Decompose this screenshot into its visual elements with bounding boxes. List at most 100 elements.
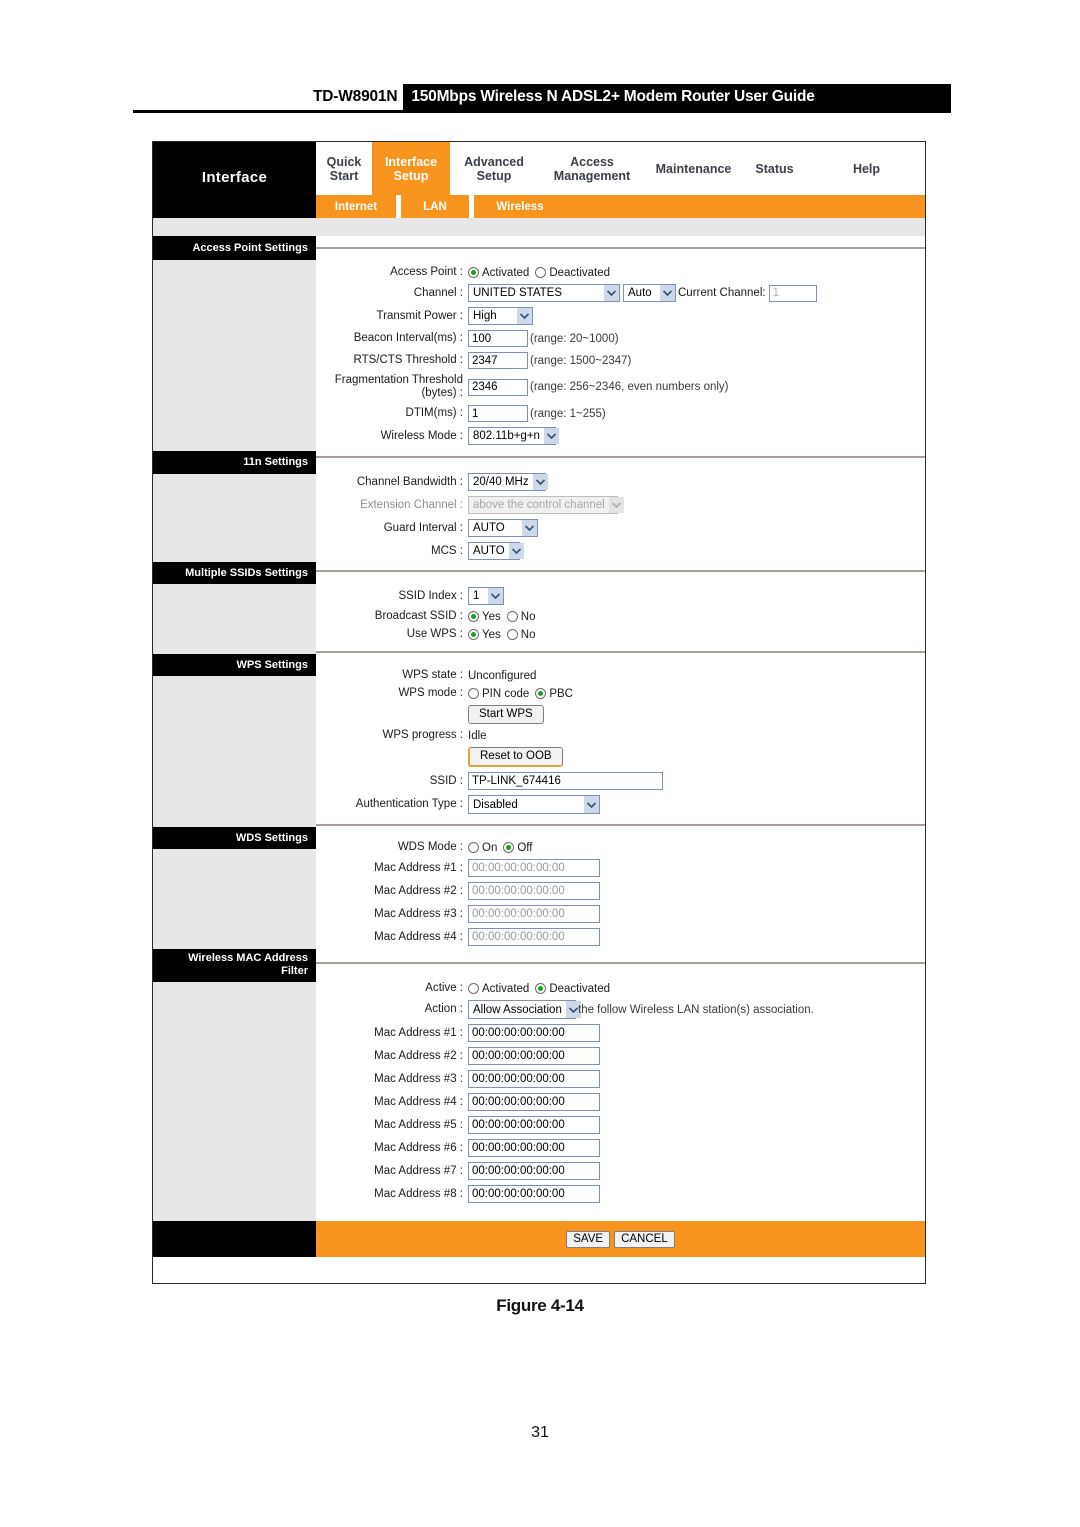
- section-heading-mac-filter: Wireless MAC Address Filter: [153, 949, 316, 982]
- radio-mac-filter-deactivated[interactable]: Deactivated: [535, 983, 610, 995]
- radio-dot-icon: [468, 842, 479, 853]
- select-guard-interval[interactable]: AUTO: [468, 519, 538, 537]
- row-authentication-type: Authentication Type : Disabled: [316, 795, 925, 814]
- chevron-down-icon: [604, 285, 619, 301]
- fragmentation-threshold-input[interactable]: [468, 378, 528, 396]
- row-filter-mac-5: Mac Address #5 :: [316, 1116, 925, 1134]
- frag-label-line2: (bytes) :: [421, 387, 463, 399]
- radio-wds-mode-off[interactable]: Off: [503, 842, 532, 854]
- select-value: 802.11b+g+n: [473, 430, 540, 442]
- subtab-wireless[interactable]: Wireless: [474, 195, 566, 218]
- filter-mac-input-7[interactable]: [468, 1162, 600, 1180]
- access-point-rule-wrap: [316, 236, 925, 260]
- reset-to-oob-button[interactable]: Reset to OOB: [468, 747, 563, 767]
- tab-access-management[interactable]: Access Management: [538, 142, 646, 195]
- filter-mac-input-6[interactable]: [468, 1139, 600, 1157]
- wds-mac-input-4[interactable]: [468, 928, 600, 946]
- row-guard-interval: Guard Interval : AUTO: [316, 519, 925, 537]
- row-use-wps: Use WPS : Yes No: [316, 628, 925, 641]
- wds-mac-input-3[interactable]: [468, 905, 600, 923]
- save-button[interactable]: SAVE: [566, 1230, 611, 1248]
- row-filter-mac-2: Mac Address #2 :: [316, 1047, 925, 1065]
- label-wps-mode: WPS mode :: [398, 687, 463, 699]
- current-channel-input[interactable]: [768, 284, 817, 302]
- label-ssid: SSID :: [429, 774, 463, 787]
- radio-wps-mode-pin[interactable]: PIN code: [468, 688, 529, 700]
- select-channel-mode[interactable]: Auto: [623, 284, 676, 302]
- label-dtim: DTIM(ms) :: [405, 407, 463, 419]
- start-wps-button[interactable]: Start WPS: [468, 705, 544, 724]
- select-value: Auto: [628, 287, 652, 299]
- radio-use-wps-yes[interactable]: Yes: [468, 629, 501, 641]
- filter-mac-input-3[interactable]: [468, 1070, 600, 1088]
- radio-use-wps-no[interactable]: No: [506, 629, 535, 641]
- wds-mac-input-2[interactable]: [468, 882, 600, 900]
- sidebar-fill: [153, 584, 316, 654]
- row-reset-oob: Reset to OOB: [316, 747, 925, 767]
- dtim-input[interactable]: [468, 405, 528, 422]
- filter-mac-input-4[interactable]: [468, 1093, 600, 1111]
- select-ssid-index[interactable]: 1: [468, 587, 504, 605]
- tab-status[interactable]: Status: [741, 142, 808, 195]
- subtab-internet[interactable]: Internet: [316, 195, 396, 218]
- subtab-lan[interactable]: LAN: [401, 195, 469, 218]
- radio-broadcast-ssid-no[interactable]: No: [506, 611, 535, 623]
- row-wps-state: WPS state : Unconfigured: [316, 669, 925, 682]
- subnav-fill: [566, 195, 925, 218]
- label-filter-mac-2: Mac Address #2 :: [374, 1049, 463, 1062]
- radio-wps-mode-pbc[interactable]: PBC: [535, 688, 573, 700]
- filter-mac-input-8[interactable]: [468, 1185, 600, 1203]
- ssid-input[interactable]: [468, 772, 663, 790]
- select-value: High: [473, 310, 497, 322]
- label-wds-mac-1: Mac Address #1 :: [374, 861, 463, 874]
- radio-label: Yes: [482, 610, 501, 623]
- radio-broadcast-ssid-yes[interactable]: Yes: [468, 611, 501, 623]
- chevron-down-icon: [608, 497, 624, 513]
- document-title: 150Mbps Wireless N ADSL2+ Modem Router U…: [403, 84, 951, 110]
- tab-advanced-setup[interactable]: Advanced Setup: [450, 142, 538, 195]
- multiple-ssids-rule-wrap: [316, 560, 925, 582]
- tab-help[interactable]: Help: [808, 142, 925, 195]
- select-value: 1: [473, 590, 480, 602]
- filter-mac-input-1[interactable]: [468, 1024, 600, 1042]
- select-value: AUTO: [473, 545, 505, 557]
- tab-maintenance[interactable]: Maintenance: [646, 142, 741, 195]
- row-filter-mac-7: Mac Address #7 :: [316, 1162, 925, 1180]
- radio-access-point-activated[interactable]: Activated: [468, 267, 529, 279]
- section-rule: [316, 824, 925, 826]
- beacon-interval-input[interactable]: [468, 330, 528, 347]
- select-wireless-mode[interactable]: 802.11b+g+n: [468, 427, 559, 445]
- label-filter-mac-7: Mac Address #7 :: [374, 1164, 463, 1177]
- radio-wds-mode-on[interactable]: On: [468, 842, 497, 854]
- brand-label: Interface: [153, 142, 316, 195]
- wds-mac-input-1[interactable]: [468, 859, 600, 877]
- tab-interface-setup[interactable]: Interface Setup: [372, 142, 450, 195]
- cancel-button[interactable]: CANCEL: [614, 1230, 675, 1248]
- select-mcs[interactable]: AUTO: [468, 542, 524, 560]
- section-rule: [316, 247, 925, 249]
- radio-dot-icon: [506, 611, 518, 622]
- filter-mac-input-5[interactable]: [468, 1116, 600, 1134]
- row-wds-mac-2: Mac Address #2 :: [316, 882, 925, 900]
- select-channel-country[interactable]: UNITED STATES: [468, 284, 620, 302]
- section-heading-sidebar: Access Point Settings 11n Settings Multi…: [153, 236, 316, 1221]
- row-wps-progress: WPS progress : Idle: [316, 729, 925, 742]
- row-mcs: MCS : AUTO: [316, 542, 925, 560]
- mac-filter-action-suffix: the follow Wireless LAN station(s) assoc…: [578, 1003, 814, 1016]
- select-authentication-type[interactable]: Disabled: [468, 795, 600, 814]
- filter-mac-input-2[interactable]: [468, 1047, 600, 1065]
- select-mac-filter-action[interactable]: Allow Association: [468, 1000, 581, 1019]
- mac-filter-heading-line2: Filter: [281, 965, 308, 977]
- rts-threshold-input[interactable]: [468, 352, 528, 369]
- radio-mac-filter-activated[interactable]: Activated: [468, 983, 529, 995]
- sub-navigation: Internet LAN Wireless: [153, 195, 925, 218]
- chevron-down-icon: [488, 588, 503, 604]
- tab-quick-start[interactable]: Quick Start: [316, 142, 372, 195]
- select-transmit-power[interactable]: High: [468, 307, 533, 325]
- beacon-interval-hint: (range: 20~1000): [530, 332, 619, 345]
- label-authentication-type: Authentication Type :: [355, 798, 463, 810]
- label-beacon-interval: Beacon Interval(ms) :: [353, 332, 463, 344]
- radio-access-point-deactivated[interactable]: Deactivated: [535, 267, 610, 279]
- radio-label: PBC: [549, 687, 573, 700]
- select-channel-bandwidth[interactable]: 20/40 MHz: [468, 473, 548, 491]
